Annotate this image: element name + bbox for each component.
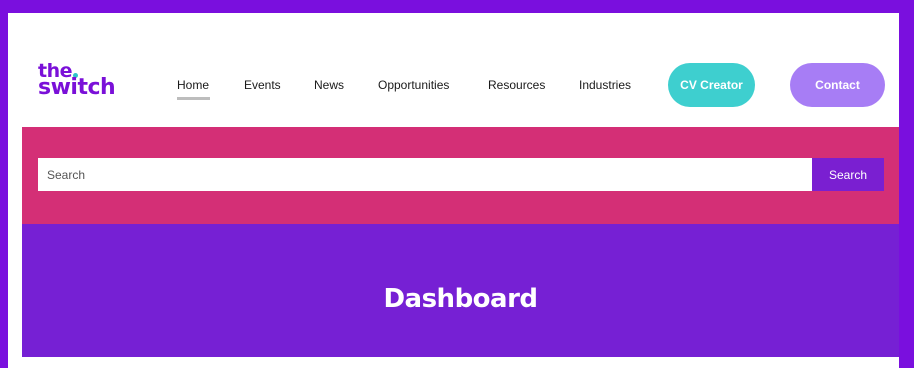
- page-frame: the switch Home Events News Opportunitie…: [8, 13, 899, 368]
- hero-banner: Dashboard: [22, 224, 899, 357]
- nav-item-resources[interactable]: Resources: [488, 78, 545, 92]
- nav-item-label: Opportunities: [378, 78, 450, 92]
- nav-item-label: Industries: [579, 78, 632, 92]
- cv-creator-button[interactable]: CV Creator: [668, 63, 755, 107]
- nav-item-industries[interactable]: Industries: [579, 78, 631, 92]
- search-button[interactable]: Search: [812, 158, 884, 191]
- nav-item-news[interactable]: News: [314, 78, 344, 92]
- site-header: the switch Home Events News Opportunitie…: [8, 13, 899, 127]
- nav-item-home[interactable]: Home: [177, 78, 210, 100]
- nav-item-label: News: [314, 78, 345, 92]
- contact-button[interactable]: Contact: [790, 63, 885, 107]
- nav-item-opportunities[interactable]: Opportunities: [378, 78, 449, 92]
- search-band: Search: [22, 127, 899, 224]
- active-nav-indicator: [177, 97, 210, 100]
- search-button-label: Search: [828, 167, 868, 182]
- logo-text-switch: switch: [38, 75, 116, 100]
- page-title: Dashboard: [383, 284, 538, 314]
- search-input[interactable]: [38, 158, 812, 191]
- nav-item-label: Home: [177, 78, 210, 92]
- nav-item-events[interactable]: Events: [244, 78, 281, 92]
- nav-item-label: Resources: [488, 78, 546, 92]
- site-logo[interactable]: the switch: [38, 62, 116, 100]
- nav-item-label: Events: [244, 78, 281, 92]
- contact-label: Contact: [815, 78, 860, 92]
- cv-creator-label: CV Creator: [680, 78, 743, 92]
